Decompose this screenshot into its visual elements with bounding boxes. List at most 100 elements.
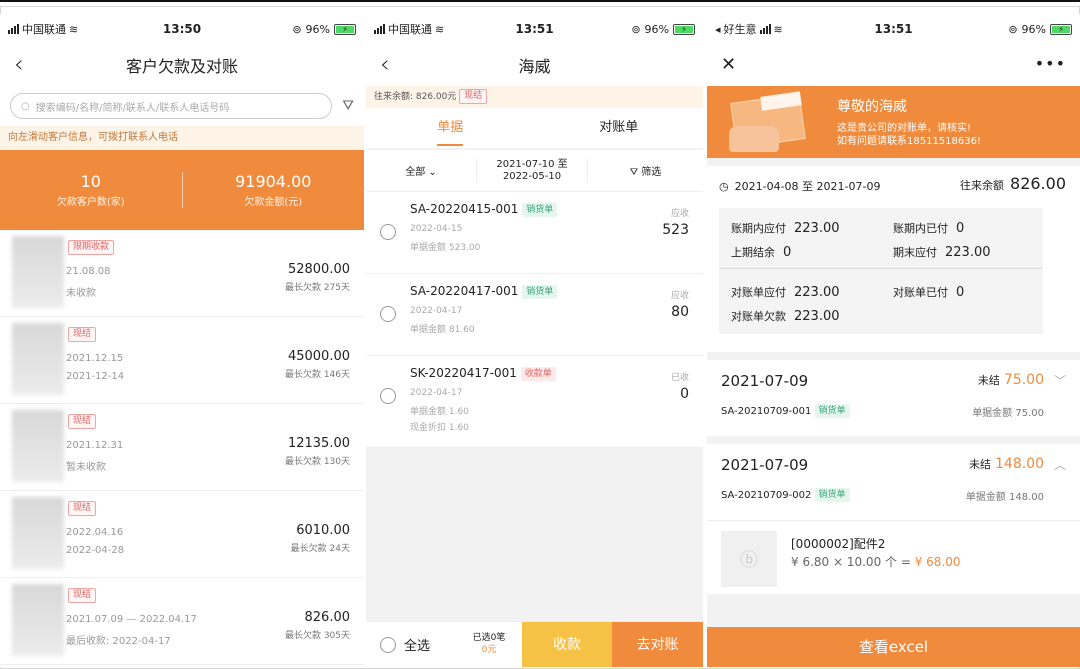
customer-status: 未收款 [66, 288, 96, 299]
more-icon[interactable]: ••• [1035, 54, 1066, 73]
document-value: 80 [671, 304, 689, 320]
balance-value: 826.00 [1010, 174, 1066, 193]
entry-code: SA-20210709-001 销货单 [721, 404, 850, 418]
reconcile-button[interactable]: 去对账 [612, 622, 703, 667]
select-all[interactable]: 全选 [366, 622, 456, 667]
document-date: 2022-04-17 [410, 388, 463, 398]
debt-summary: 10 欠款客户数(家) 91904.00 欠款金额(元) [0, 150, 364, 230]
blurred-customer-name [12, 497, 64, 569]
greeting-title: 尊敬的海威 [837, 99, 907, 115]
select-radio[interactable] [380, 388, 396, 404]
customer-date: 2021.12.15 [66, 353, 124, 364]
document-value: 523 [662, 222, 689, 238]
customer-amount: 12135.00 [287, 436, 350, 451]
product-image-placeholder: ⓑ [721, 531, 777, 587]
customer-amount: 52800.00 [287, 262, 350, 277]
tab-statement[interactable]: 对账单 [535, 108, 704, 148]
longest-debt: 最长欠款 146天 [284, 370, 350, 380]
statement-entry[interactable]: 2021-07-09 未结 75.00 ﹀ SA-20210709-001 销货单… [707, 360, 1080, 436]
back-to-app[interactable]: ◂ 好生意 ≋ [715, 21, 783, 37]
selected-amount: 0元 [481, 645, 497, 655]
collect-button[interactable]: 收款 [522, 622, 612, 667]
debt-amount-label: 欠款金额(元) [244, 197, 303, 208]
battery-icon: ⚡ [673, 23, 695, 35]
chevron-up-icon[interactable]: ︿ [1054, 456, 1066, 473]
customer-row[interactable]: 现结 2021.07.09 — 2022.04.17 最后收款: 2022-04… [0, 578, 364, 665]
customer-status: 2021-12-14 [66, 371, 125, 382]
back-icon[interactable]: ‹ [14, 50, 24, 78]
search-row: ○ 搜索编码/名称/简称/联系人/联系人电话号码 ⛛ [0, 86, 364, 126]
payment-term-tag: 现结 [68, 327, 97, 342]
blurred-customer-name [12, 323, 64, 395]
filter-icon[interactable]: ⛛ [342, 98, 354, 114]
settlement-tag: 现结 [459, 89, 488, 104]
product-total: ¥ 68.00 [914, 555, 961, 569]
document-amount: 单据金额 81.60 [410, 325, 475, 335]
document-kind: 应收 [670, 209, 689, 219]
customer-row[interactable]: 现结 2022.04.16 2022-04-28 6010.00 最长欠款 24… [0, 491, 364, 578]
debt-amount: 91904.00 [235, 172, 312, 191]
type-dropdown[interactable]: 全部 ⌄ [366, 163, 476, 178]
greeting-line-1: 这是贵公司的对账单，请核实! [837, 123, 972, 134]
battery-percent: 96% [305, 22, 330, 36]
payment-term-tag: 限期收款 [68, 240, 115, 255]
clock: 13:51 [874, 22, 913, 36]
statement-entry[interactable]: 2021-07-09 未结 148.00 ︿ SA-20210709-002 销货… [707, 444, 1080, 520]
page-title: 海威 [518, 57, 551, 76]
view-excel-button[interactable]: 查看excel [707, 627, 1080, 667]
battery-status: ⊚ 96% ⚡ [631, 23, 695, 36]
lock-rotation-icon: ⊚ [1008, 22, 1018, 36]
document-row[interactable]: SK-20220417-001 收款单 2022-04-17 单据金额 1.60… [366, 356, 703, 448]
payment-term-tag: 现结 [68, 414, 97, 429]
entry-status: 未结 148.00 [969, 456, 1044, 472]
stat-statement-owed: 对账单欠款 223.00 [731, 309, 840, 324]
customer-amount: 826.00 [304, 610, 351, 625]
battery-percent: 96% [644, 22, 669, 36]
document-code: SA-20220417-001 销货单 [410, 284, 558, 299]
entry-type-tag: 销货单 [814, 488, 850, 502]
select-all-radio[interactable] [380, 636, 396, 653]
select-radio[interactable] [380, 224, 396, 240]
source-app: 好生意 [723, 23, 757, 36]
wifi-icon: ≋ [773, 22, 783, 36]
document-code: SK-20220417-001 收款单 [410, 366, 556, 381]
blurred-customer-name [12, 236, 64, 308]
clock: 13:50 [162, 22, 202, 36]
tab-bar: 单据 对账单 [366, 108, 703, 148]
tab-documents[interactable]: 单据 [366, 108, 535, 148]
close-icon[interactable]: ✕ [721, 54, 736, 75]
document-row[interactable]: SA-20220417-001 销货单 2022-04-17 单据金额 81.6… [366, 274, 703, 356]
select-radio[interactable] [380, 306, 396, 322]
entry-type-tag: 销货单 [814, 404, 850, 418]
statement-screen: ◂ 好生意 ≋ 13:51 ⊚ 96% ⚡ ✕ ••• 尊敬的海威 这是贵公司的… [707, 14, 1080, 667]
select-all-label: 全选 [404, 639, 431, 654]
debtor-count: 10 [80, 172, 101, 191]
customer-documents-screen: 中国联通 ≋ 13:51 ⊚ 96% ⚡ ‹ 海威 往来余额: 826.00元 … [366, 14, 703, 667]
stat-period-payable: 账期内应付 223.00 [731, 221, 840, 236]
customer-row[interactable]: 限期收款 21.08.08 未收款 52800.00 最长欠款 275天 [0, 230, 364, 317]
clock-icon: ◷ [719, 179, 729, 193]
customer-date: 21.08.08 [66, 266, 111, 277]
document-type-tag: 收款单 [520, 366, 556, 381]
date-range-dropdown[interactable]: 2021-07-10 至 2022-05-10 [476, 158, 588, 183]
wifi-icon: ≋ [69, 22, 79, 36]
filter-button[interactable]: ⛛ 筛选 [588, 163, 703, 178]
customer-row[interactable]: 现结 2021.12.31 暂未收款 12135.00 最长欠款 130天 [0, 404, 364, 491]
customer-row[interactable]: 现结 2021.12.15 2021-12-14 45000.00 最长欠款 1… [0, 317, 364, 404]
status-bar: ◂ 好生意 ≋ 13:51 ⊚ 96% ⚡ [707, 14, 1080, 44]
search-input[interactable]: ○ 搜索编码/名称/简称/联系人/联系人电话号码 [10, 93, 333, 119]
document-kind: 应收 [670, 291, 689, 301]
selected-count: 已选0笔 [472, 633, 506, 643]
document-type-tag: 销货单 [522, 202, 558, 217]
customer-status: 暂未收款 [66, 462, 106, 473]
document-row[interactable]: SA-20220415-001 销货单 2022-04-15 单据金额 523.… [366, 192, 703, 274]
stat-statement-payable: 对账单应付 223.00 [731, 285, 840, 300]
period-range: ◷ 2021-04-08 至 2021-07-09 [719, 178, 880, 194]
battery-icon: ⚡ [334, 23, 356, 35]
stat-period-paid: 账期内已付 0 [893, 221, 965, 236]
document-date: 2022-04-15 [410, 224, 463, 234]
date-from: 2021-07-10 至 [496, 158, 568, 170]
back-icon[interactable]: ‹ [380, 50, 390, 78]
carrier-name: 中国联通 [22, 23, 66, 36]
chevron-down-icon[interactable]: ﹀ [1054, 372, 1066, 389]
